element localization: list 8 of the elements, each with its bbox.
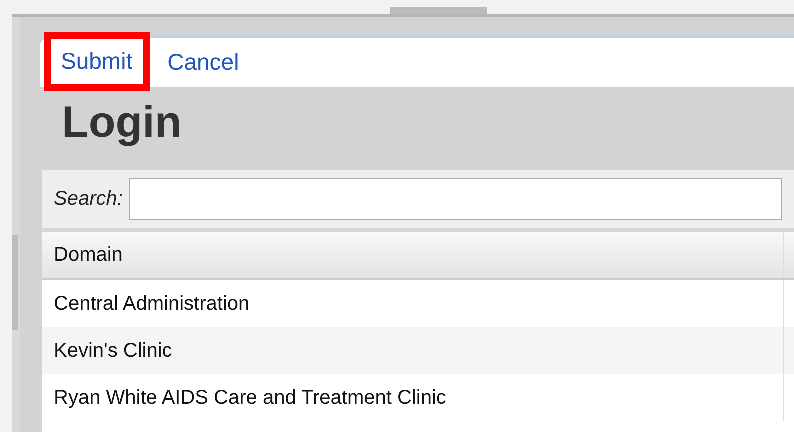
scrollbar-thumb[interactable] — [12, 235, 18, 330]
page-title: Login — [62, 101, 183, 149]
toolbar-link[interactable]: Submit — [44, 32, 150, 91]
toolbar-link[interactable]: Cancel — [150, 33, 256, 92]
scrollbar-thumb[interactable] — [390, 7, 487, 14]
table-cell[interactable]: Ryan White AIDS Care and Treatment Clinic — [42, 374, 784, 421]
search-label: Search: — [54, 187, 123, 212]
search-field[interactable] — [128, 178, 782, 220]
